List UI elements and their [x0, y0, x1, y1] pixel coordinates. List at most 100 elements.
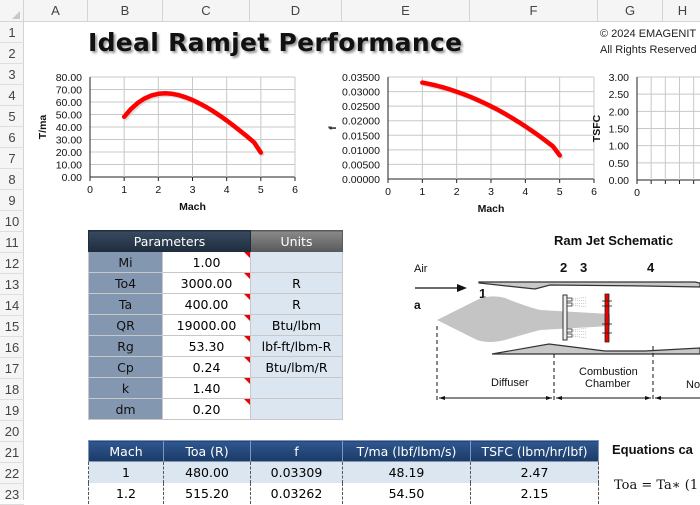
cell-f[interactable]: 0.03309	[251, 462, 343, 483]
column-header-g[interactable]: G	[598, 0, 663, 22]
y-tick-label: 2.50	[609, 89, 630, 101]
row-header-20[interactable]: 20	[0, 421, 24, 442]
x-tick-label: 5	[258, 184, 264, 196]
parameter-name: Ta	[89, 294, 163, 315]
schematic-title: Ram Jet Schematic	[554, 233, 673, 248]
row-header-3[interactable]: 3	[0, 64, 24, 85]
row-header-17[interactable]: 17	[0, 358, 24, 379]
y-tick-label: 0.50	[609, 158, 630, 170]
results-header-toa: Toa (R)	[164, 441, 251, 462]
diffuser-dimension	[439, 396, 552, 400]
row-header-4[interactable]: 4	[0, 85, 24, 106]
row-header-8[interactable]: 8	[0, 169, 24, 190]
y-tick-label: 30.00	[56, 135, 82, 147]
y-tick-label: 1.00	[609, 141, 630, 153]
station-2-label: 2	[560, 260, 567, 275]
y-tick-label: 50.00	[56, 110, 82, 122]
cell-tsfc[interactable]: 2.15	[471, 483, 599, 504]
row-header-12[interactable]: 12	[0, 253, 24, 274]
x-tick-label: 0	[634, 187, 640, 199]
row-header-9[interactable]: 9	[0, 190, 24, 211]
row-header-23[interactable]: 23	[0, 484, 24, 505]
column-header-f[interactable]: F	[470, 0, 598, 22]
parameter-name: Rg	[89, 336, 163, 357]
y-tick-label: 0.01500	[342, 130, 380, 142]
row-header-2[interactable]: 2	[0, 43, 24, 64]
parameter-value-input[interactable]: 19000.00	[163, 315, 251, 336]
row-header-6[interactable]: 6	[0, 127, 24, 148]
cell-toa[interactable]: 480.00	[164, 462, 251, 483]
parameter-value-input[interactable]: 0.20	[163, 399, 251, 420]
parameters-table: Parameters Units Mi1.00To43000.00RTa400.…	[88, 230, 343, 420]
ramjet-schematic: Air a 1 2 3 4	[405, 250, 700, 410]
parameter-unit	[251, 378, 343, 399]
column-header-c[interactable]: C	[163, 0, 250, 22]
cell-thrust[interactable]: 48.19	[343, 462, 471, 483]
results-header-tsfc: TSFC (lbm/hr/lbf)	[471, 441, 599, 462]
chart-fuel-air-ratio[interactable]: 0.000000.005000.010000.015000.020000.025…	[320, 66, 600, 221]
row-header-14[interactable]: 14	[0, 295, 24, 316]
row-header-10[interactable]: 10	[0, 211, 24, 232]
row-header-18[interactable]: 18	[0, 379, 24, 400]
cell-mach[interactable]: 1	[89, 462, 164, 483]
cell-mach[interactable]: 1.2	[89, 483, 164, 504]
upper-cowl	[479, 282, 700, 289]
x-tick-label: 4	[224, 184, 230, 196]
row-header-21[interactable]: 21	[0, 442, 24, 463]
parameter-value-input[interactable]: 53.30	[163, 336, 251, 357]
x-tick-label: 6	[292, 184, 298, 196]
column-header-d[interactable]: D	[250, 0, 342, 22]
section-boundaries	[437, 326, 653, 402]
select-all-corner[interactable]	[0, 0, 24, 22]
cell-f[interactable]: 0.03262	[251, 483, 343, 504]
y-tick-label: 0.02000	[342, 116, 380, 128]
inlet-centerbody	[437, 296, 610, 342]
parameter-value-input[interactable]: 1.40	[163, 378, 251, 399]
parameters-header: Parameters	[89, 231, 251, 252]
parameter-row: Ta400.00R	[89, 294, 343, 315]
parameter-value-input[interactable]: 1.00	[163, 252, 251, 273]
nozzle-label: No	[686, 379, 700, 391]
results-header-thrust: T/ma (lbf/lbm/s)	[343, 441, 471, 462]
row-header-5[interactable]: 5	[0, 106, 24, 127]
column-header-e[interactable]: E	[342, 0, 470, 22]
parameter-row: Cp0.24Btu/lbm/R	[89, 357, 343, 378]
row-header-13[interactable]: 13	[0, 274, 24, 295]
row-header-15[interactable]: 15	[0, 316, 24, 337]
column-header-b[interactable]: B	[88, 0, 163, 22]
row-header-22[interactable]: 22	[0, 463, 24, 484]
chart-thrust-per-mass[interactable]: 0.0010.0020.0030.0040.0050.0060.0070.008…	[30, 66, 310, 221]
x-tick-label: 3	[190, 184, 196, 196]
cell-toa[interactable]: 515.20	[164, 483, 251, 504]
y-axis-label: T/ma	[37, 115, 49, 140]
air-label: Air	[414, 263, 428, 275]
column-header-a[interactable]: A	[24, 0, 88, 22]
parameter-row: To43000.00R	[89, 273, 343, 294]
y-tick-label: 80.00	[56, 72, 82, 84]
parameter-value-input[interactable]: 3000.00	[163, 273, 251, 294]
parameter-name: dm	[89, 399, 163, 420]
y-tick-label: 0.00	[62, 172, 83, 184]
results-table: Mach Toa (R) f T/ma (lbf/lbm/s) TSFC (lb…	[88, 440, 599, 504]
cell-thrust[interactable]: 54.50	[343, 483, 471, 504]
cell-tsfc[interactable]: 2.47	[471, 462, 599, 483]
combustion-label-line2: Chamber	[585, 378, 631, 390]
y-tick-label: 2.00	[609, 106, 630, 118]
row-header-11[interactable]: 11	[0, 232, 24, 253]
y-tick-label: 0.02500	[342, 101, 380, 113]
station-4-label: 4	[647, 260, 655, 275]
y-tick-label: 0.00500	[342, 159, 380, 171]
column-header-h[interactable]: H	[663, 0, 700, 22]
parameter-name: Cp	[89, 357, 163, 378]
row-header-bar: 1234567891011121314151617181920212223	[0, 22, 24, 500]
copyright-notice: © 2024 EMAGENIT All Rights Reserved	[600, 26, 697, 58]
parameter-value-input[interactable]: 0.24	[163, 357, 251, 378]
row-header-19[interactable]: 19	[0, 400, 24, 421]
parameter-value-input[interactable]: 400.00	[163, 294, 251, 315]
chart-tsfc[interactable]: 0.000.501.001.502.002.503.000TSFC	[592, 66, 700, 221]
row-header-7[interactable]: 7	[0, 148, 24, 169]
row-header-1[interactable]: 1	[0, 22, 24, 43]
parameter-unit: R	[251, 273, 343, 294]
row-header-16[interactable]: 16	[0, 337, 24, 358]
x-tick-label: 4	[522, 186, 528, 198]
